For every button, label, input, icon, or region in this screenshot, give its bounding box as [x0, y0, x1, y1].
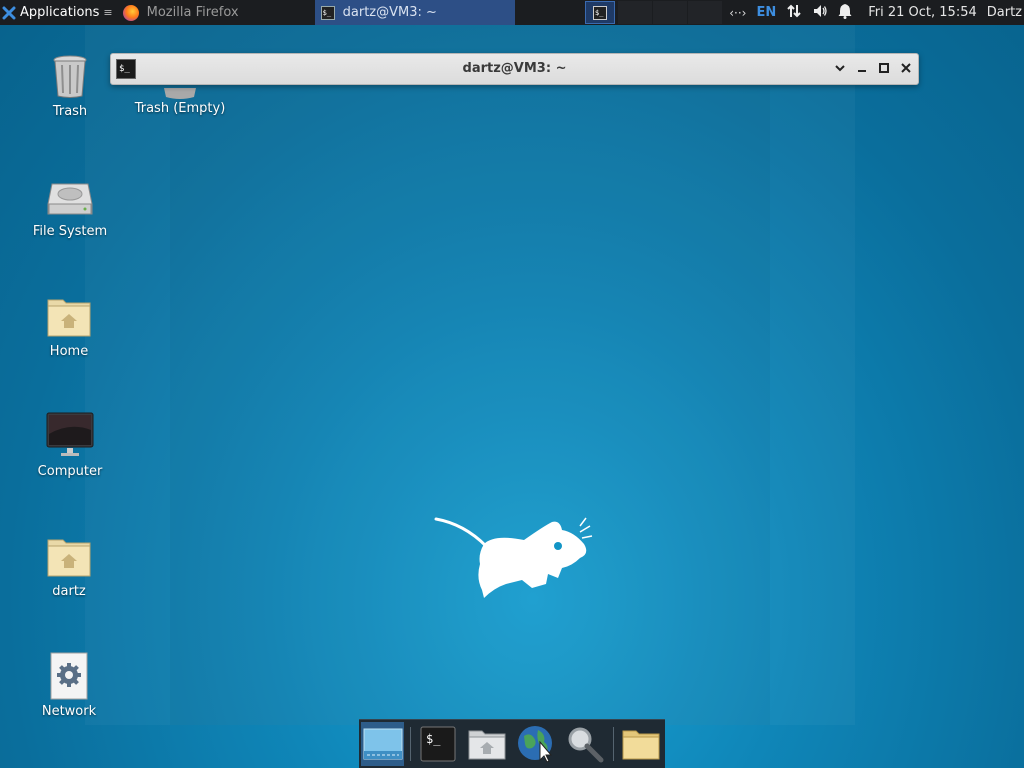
- hard-drive-icon: [46, 172, 94, 220]
- xfce-mouse-logo: [434, 514, 594, 600]
- home-folder-icon: [468, 730, 506, 760]
- desktop-icon-dartz[interactable]: dartz: [19, 532, 119, 599]
- close-icon[interactable]: [900, 62, 912, 77]
- wallpaper-pane: [170, 25, 770, 725]
- task-firefox[interactable]: Mozilla Firefox: [117, 0, 315, 25]
- network-arrows-icon[interactable]: ‹··›: [729, 6, 746, 20]
- trash-icon-partial: [164, 85, 196, 99]
- dock-web-browser[interactable]: [515, 722, 558, 766]
- web-browser-icon: [518, 726, 553, 763]
- task-label: dartz@VM3: ~: [342, 5, 437, 20]
- desktop-icon-label: Network: [41, 704, 97, 719]
- chevron-down-icon[interactable]: [834, 62, 846, 77]
- dock-folder[interactable]: [620, 722, 663, 766]
- window-controls: [834, 54, 912, 84]
- dock-terminal[interactable]: $_: [417, 722, 460, 766]
- desktop-icon-label: dartz: [52, 584, 86, 599]
- terminal-window[interactable]: $_ dartz@VM3: ~: [110, 53, 919, 85]
- monitor-icon: [46, 412, 94, 460]
- volume-icon[interactable]: [812, 3, 828, 23]
- trash-icon: [46, 52, 94, 100]
- user-menu[interactable]: Dartz: [987, 5, 1022, 20]
- desktop-icon-computer[interactable]: Computer: [20, 412, 120, 479]
- dock-app-finder[interactable]: [564, 722, 607, 766]
- clock[interactable]: Fri 21 Oct, 15:54: [868, 5, 977, 20]
- notification-bell-icon[interactable]: [838, 3, 852, 23]
- minimize-icon[interactable]: [856, 62, 868, 77]
- workspace-3[interactable]: [653, 1, 687, 24]
- desktop-icon-label: Home: [49, 344, 89, 359]
- keyboard-layout-indicator[interactable]: EN: [756, 5, 776, 20]
- dock-separator: [410, 727, 411, 761]
- home-folder-icon: [45, 532, 93, 580]
- desktop-icon-home[interactable]: Home: [19, 292, 119, 359]
- xfce-logo-icon: [2, 6, 16, 20]
- desktop-icon-network[interactable]: Network: [19, 652, 119, 719]
- home-folder-icon: [45, 292, 93, 340]
- workspace-switcher-active[interactable]: $_: [585, 1, 615, 24]
- network-settings-icon: [45, 652, 93, 700]
- desktop-icon-label: Computer: [37, 464, 103, 479]
- desktop-icon-file-system[interactable]: File System: [20, 172, 120, 239]
- system-tray: ‹··› EN Fri 21 Oct, 15:54 Dartz: [729, 0, 1024, 25]
- desktop-icon-trash[interactable]: Trash: [20, 52, 120, 119]
- terminal-icon: $_: [320, 5, 335, 20]
- task-label: Mozilla Firefox: [146, 5, 239, 20]
- dock-separator: [612, 727, 614, 761]
- menu-lines-icon: ≡: [103, 6, 113, 19]
- applications-label: Applications: [20, 5, 100, 20]
- workspace-switcher[interactable]: [618, 1, 722, 24]
- dock-show-desktop[interactable]: [361, 722, 404, 766]
- workspace-4[interactable]: [688, 1, 722, 24]
- maximize-icon[interactable]: [878, 62, 890, 77]
- folder-icon: [622, 730, 660, 760]
- desktop-icon-label: Trash (Empty): [134, 101, 226, 116]
- show-desktop-icon: [363, 728, 402, 760]
- desktop-icon-label: Trash: [52, 104, 88, 119]
- svg-text:$_: $_: [426, 732, 441, 746]
- terminal-icon: $_: [593, 5, 607, 20]
- search-icon: [568, 727, 604, 763]
- firefox-icon: [122, 4, 139, 21]
- workspace-2[interactable]: [618, 1, 652, 24]
- dock-home-folder[interactable]: [466, 722, 509, 766]
- network-updown-icon[interactable]: [786, 3, 802, 23]
- desktop-icon-label: File System: [32, 224, 108, 239]
- applications-menu-button[interactable]: Applications ≡: [0, 0, 117, 25]
- dock: $_: [359, 719, 665, 768]
- terminal-icon: $_: [420, 726, 456, 762]
- window-title: dartz@VM3: ~: [462, 61, 567, 76]
- task-terminal[interactable]: $_ dartz@VM3: ~: [314, 0, 515, 25]
